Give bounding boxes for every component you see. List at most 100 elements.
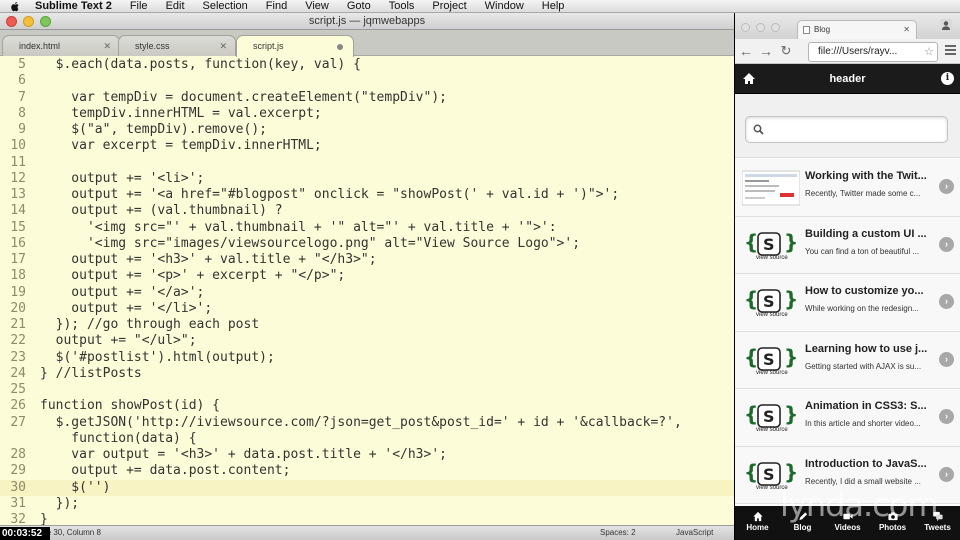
menu-app-name[interactable]: Sublime Text 2	[35, 0, 112, 13]
forward-arrow-icon[interactable]: →	[759, 44, 773, 58]
code-line[interactable]: 7 var tempDiv = document.createElement("…	[0, 90, 734, 106]
chevron-right-icon[interactable]: ›	[939, 179, 954, 194]
code-line[interactable]: 18 output += '<p>' + excerpt + "</p>";	[0, 268, 734, 284]
code-line[interactable]: 9 $("a", tempDiv).remove();	[0, 122, 734, 138]
tab-close-icon[interactable]: ✕	[219, 36, 227, 56]
code-line[interactable]: 24} //listPosts	[0, 366, 734, 382]
reload-icon[interactable]: ↻	[779, 44, 793, 58]
search-input[interactable]	[768, 121, 938, 139]
code-line[interactable]: 12 output += '<li>';	[0, 171, 734, 187]
search-field[interactable]	[745, 116, 948, 143]
zoom-window-button[interactable]	[40, 16, 51, 27]
code-line[interactable]: 5 $.each(data.posts, function(key, val) …	[0, 57, 734, 73]
browser-zoom-button[interactable]	[771, 23, 780, 32]
code-line[interactable]: 23 $('#postlist').html(output);	[0, 350, 734, 366]
code-line[interactable]: 26 function showPost(id) {	[0, 398, 734, 414]
window-title: script.js — jqmwebapps	[308, 15, 426, 27]
line-number: 11	[10, 154, 26, 170]
browser-tab[interactable]: Blog ✕	[797, 20, 917, 39]
tab-close-icon[interactable]: ✕	[103, 36, 111, 56]
post-list-item[interactable]: {S} view source Introduction to JavaS... Re…	[735, 446, 960, 504]
code-line[interactable]: 13 output += '<a href="#blogpost" onclic…	[0, 187, 734, 203]
post-list-item[interactable]: {S} view source Learning how to use j... Ge…	[735, 331, 960, 389]
code-line[interactable]: 29 output += data.post.content;	[0, 463, 734, 479]
svg-text:S: S	[763, 465, 775, 484]
code-line[interactable]: 8 tempDiv.innerHTML = val.excerpt;	[0, 106, 734, 122]
browser-close-button[interactable]	[741, 23, 750, 32]
post-title: Working with the Twit...	[805, 170, 927, 182]
footer-nav-videos[interactable]: Videos	[825, 506, 870, 540]
bookmark-star-icon[interactable]: ☆	[924, 43, 934, 61]
status-indentation[interactable]: Spaces: 2	[600, 526, 636, 540]
browser-minimize-button[interactable]	[756, 23, 765, 32]
post-excerpt: Recently, I did a small website ...	[805, 476, 921, 486]
profile-icon[interactable]	[940, 19, 952, 31]
code-line[interactable]: 11	[0, 155, 734, 171]
chevron-right-icon[interactable]: ›	[939, 236, 954, 252]
menu-help[interactable]: Help	[542, 0, 565, 13]
post-excerpt: Recently, Twitter made some c...	[805, 189, 921, 198]
code-line[interactable]: 6	[0, 73, 734, 89]
code-line[interactable]: 17 output += '<h3>' + val.title + "</h3>…	[0, 252, 734, 268]
code-line[interactable]: 10 var excerpt = tempDiv.innerHTML;	[0, 138, 734, 154]
post-list-item[interactable]: {S} view source Animation in CSS3: S... In …	[735, 389, 960, 447]
code-line[interactable]: 31 });	[0, 496, 734, 512]
code-editor[interactable]: 5 $.each(data.posts, function(key, val) …	[0, 57, 734, 532]
tab-style-css[interactable]: style.css ✕	[118, 35, 236, 56]
code-line[interactable]: 30 $('')	[0, 479, 734, 496]
svg-text:S: S	[763, 407, 775, 426]
status-syntax[interactable]: JavaScript	[676, 526, 713, 540]
code-line[interactable]: 27 $.getJSON('http://iviewsource.com/?js…	[0, 415, 734, 431]
line-number: 21	[10, 317, 26, 332]
tab-script-js[interactable]: script.js	[236, 35, 354, 57]
line-number: 10	[10, 138, 26, 154]
back-arrow-icon[interactable]: ←	[739, 44, 753, 58]
close-window-button[interactable]	[6, 16, 17, 27]
minimize-window-button[interactable]	[23, 16, 34, 27]
footer-nav-photos[interactable]: Photos	[870, 506, 915, 540]
code-line[interactable]: 28 var output = '<h3>' + data.post.title…	[0, 447, 734, 463]
unsaved-dot-icon[interactable]	[337, 44, 343, 50]
menu-icon[interactable]	[945, 45, 956, 55]
code-line[interactable]: 21 }); //go through each post	[0, 317, 734, 333]
code-line[interactable]: 25	[0, 382, 734, 398]
footer-nav-tweets[interactable]: Tweets	[915, 506, 960, 540]
post-list-item[interactable]: Working with the Twit... Recently, Twitte…	[735, 159, 960, 217]
code-line[interactable]: function(data) {	[0, 431, 734, 447]
code-line[interactable]: 15 '<img src="' + val.thumbnail + '" alt…	[0, 220, 734, 236]
close-icon[interactable]: ✕	[903, 21, 910, 39]
code-line[interactable]: 16 '<img src="images/viewsourcelogo.png"…	[0, 236, 734, 252]
menu-edit[interactable]: Edit	[166, 0, 185, 13]
code-line[interactable]: 14 output += (val.thumbnail) ?	[0, 203, 734, 219]
post-excerpt: Getting started with AJAX is su...	[805, 361, 922, 371]
post-thumbnail	[742, 169, 800, 207]
line-number: 7	[18, 89, 26, 105]
address-bar[interactable]: file:///Users/rayv... ☆	[808, 42, 938, 62]
post-list-item[interactable]: {S} view source Building a custom UI ... Yo…	[735, 216, 960, 274]
line-number: 27	[10, 414, 26, 430]
menu-window[interactable]: Window	[485, 0, 524, 13]
info-icon[interactable]: i	[941, 72, 954, 85]
code-line[interactable]: 22 output += "</ul>";	[0, 333, 734, 349]
post-list-item[interactable]: {S} view source How to customize yo... Whil…	[735, 274, 960, 332]
menu-tools[interactable]: Tools	[389, 0, 415, 13]
menu-find[interactable]: Find	[266, 0, 287, 13]
menu-project[interactable]: Project	[432, 0, 466, 13]
line-number: 15	[10, 219, 26, 235]
menu-file[interactable]: File	[130, 0, 148, 13]
footer-nav-blog[interactable]: Blog	[780, 506, 825, 540]
tab-index-html[interactable]: index.html ✕	[2, 35, 120, 56]
chevron-right-icon[interactable]: ›	[939, 351, 954, 367]
menu-selection[interactable]: Selection	[203, 0, 248, 13]
apple-menu-icon[interactable]	[10, 1, 21, 12]
chevron-right-icon[interactable]: ›	[939, 294, 954, 309]
code-line[interactable]: 20 output += '</li>';	[0, 301, 734, 317]
menu-view[interactable]: View	[305, 0, 329, 13]
menu-goto[interactable]: Goto	[347, 0, 371, 13]
chevron-right-icon[interactable]: ›	[939, 466, 954, 482]
footer-nav-home[interactable]: Home	[735, 506, 780, 540]
chevron-right-icon[interactable]: ›	[939, 409, 954, 424]
code-text: function(data) {	[40, 430, 197, 446]
svg-text:S: S	[763, 292, 775, 311]
code-line[interactable]: 19 output += '</a>';	[0, 285, 734, 301]
